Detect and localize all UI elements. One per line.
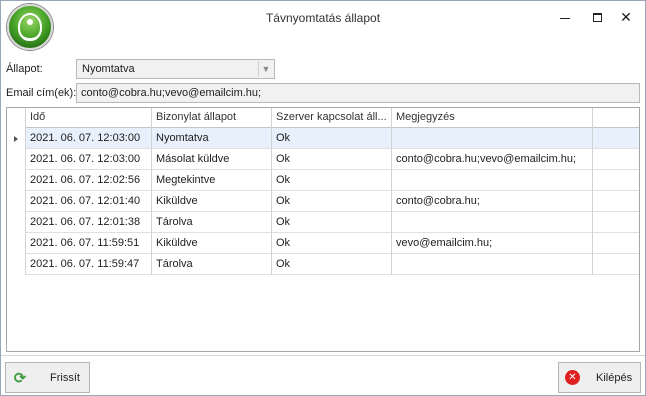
table-row[interactable]: 2021. 06. 07. 12:03:00 Másolat küldve Ok… <box>7 149 639 170</box>
row-indicator <box>7 128 26 149</box>
table-row[interactable]: 2021. 06. 07. 12:01:40 Kiküldve Ok conto… <box>7 191 639 212</box>
column-header-time[interactable]: Idő <box>26 108 152 128</box>
cell-server-status[interactable]: Ok <box>272 233 392 254</box>
row-indicator <box>7 191 26 212</box>
maximize-icon <box>592 12 602 22</box>
cell-note[interactable] <box>392 170 593 191</box>
cell-server-status[interactable]: Ok <box>272 170 392 191</box>
cell-time[interactable]: 2021. 06. 07. 12:01:38 <box>26 212 152 233</box>
cell-server-status[interactable]: Ok <box>272 254 392 275</box>
table-row[interactable]: 2021. 06. 07. 12:02:56 Megtekintve Ok <box>7 170 639 191</box>
cell-server-status[interactable]: Ok <box>272 212 392 233</box>
cell-server-status[interactable]: Ok <box>272 149 392 170</box>
row-indicator <box>7 212 26 233</box>
exit-button[interactable]: ✕ Kilépés <box>558 362 641 393</box>
refresh-button[interactable]: ⟳ Frissít <box>5 362 90 393</box>
window: Távnyomtatás állapot ✕ Állapot: Nyomtatv… <box>0 0 646 396</box>
chevron-down-icon[interactable]: ▼ <box>258 61 273 77</box>
table-row[interactable]: 2021. 06. 07. 11:59:47 Tárolva Ok <box>7 254 639 275</box>
minimize-button[interactable] <box>552 7 578 27</box>
cell-document-status[interactable]: Megtekintve <box>152 170 272 191</box>
maximize-button[interactable] <box>584 7 610 27</box>
table-row[interactable]: 2021. 06. 07. 11:59:51 Kiküldve Ok vevo@… <box>7 233 639 254</box>
column-header-document-status[interactable]: Bizonylat állapot <box>152 108 272 128</box>
cell-note[interactable] <box>392 128 593 149</box>
column-header-server-status[interactable]: Szerver kapcsolat áll... <box>272 108 392 128</box>
row-indicator <box>7 149 26 170</box>
cell-document-status[interactable]: Tárolva <box>152 254 272 275</box>
minimize-icon <box>560 17 570 19</box>
cell-document-status[interactable]: Nyomtatva <box>152 128 272 149</box>
cell-server-status[interactable]: Ok <box>272 128 392 149</box>
status-grid[interactable]: Idő Bizonylat állapot Szerver kapcsolat … <box>6 107 640 352</box>
table-row[interactable]: 2021. 06. 07. 12:01:38 Tárolva Ok <box>7 212 639 233</box>
email-label: Email cím(ek): <box>6 87 77 99</box>
cell-document-status[interactable]: Kiküldve <box>152 191 272 212</box>
cell-note[interactable] <box>392 212 593 233</box>
title-bar: Távnyomtatás állapot ✕ <box>1 1 645 50</box>
cell-time[interactable]: 2021. 06. 07. 11:59:51 <box>26 233 152 254</box>
row-indicator <box>7 254 26 275</box>
bottom-divider <box>1 355 645 356</box>
cell-time[interactable]: 2021. 06. 07. 12:01:40 <box>26 191 152 212</box>
current-row-arrow-icon <box>14 136 18 142</box>
cell-time[interactable]: 2021. 06. 07. 12:03:00 <box>26 149 152 170</box>
cell-time[interactable]: 2021. 06. 07. 12:03:00 <box>26 128 152 149</box>
cell-note[interactable]: conto@cobra.hu;vevo@emailcim.hu; <box>392 149 593 170</box>
email-field[interactable]: conto@cobra.hu;vevo@emailcim.hu; <box>76 83 640 103</box>
column-header-note[interactable]: Megjegyzés <box>392 108 593 128</box>
status-select[interactable]: Nyomtatva ▼ <box>76 59 275 79</box>
cell-document-status[interactable]: Tárolva <box>152 212 272 233</box>
refresh-button-label: Frissít <box>50 371 80 384</box>
grid-header: Idő Bizonylat állapot Szerver kapcsolat … <box>7 108 639 128</box>
close-icon: ✕ <box>620 8 632 25</box>
row-indicator <box>7 233 26 254</box>
status-select-value: Nyomtatva <box>82 63 135 75</box>
column-header-filler <box>593 108 639 128</box>
cell-document-status[interactable]: Kiküldve <box>152 233 272 254</box>
exit-button-label: Kilépés <box>596 371 633 384</box>
cell-time[interactable]: 2021. 06. 07. 12:02:56 <box>26 170 152 191</box>
exit-icon: ✕ <box>565 370 580 385</box>
table-row[interactable]: 2021. 06. 07. 12:03:00 Nyomtatva Ok <box>7 128 639 149</box>
row-indicator <box>7 170 26 191</box>
close-button[interactable]: ✕ <box>613 7 639 27</box>
cell-time[interactable]: 2021. 06. 07. 11:59:47 <box>26 254 152 275</box>
cell-note[interactable]: conto@cobra.hu; <box>392 191 593 212</box>
cell-note[interactable] <box>392 254 593 275</box>
cell-document-status[interactable]: Másolat küldve <box>152 149 272 170</box>
cell-note[interactable]: vevo@emailcim.hu; <box>392 233 593 254</box>
refresh-icon: ⟳ <box>13 369 27 387</box>
cell-server-status[interactable]: Ok <box>272 191 392 212</box>
window-title: Távnyomtatás állapot <box>265 11 381 25</box>
status-label: Állapot: <box>6 63 43 75</box>
row-indicator-header <box>7 108 26 128</box>
